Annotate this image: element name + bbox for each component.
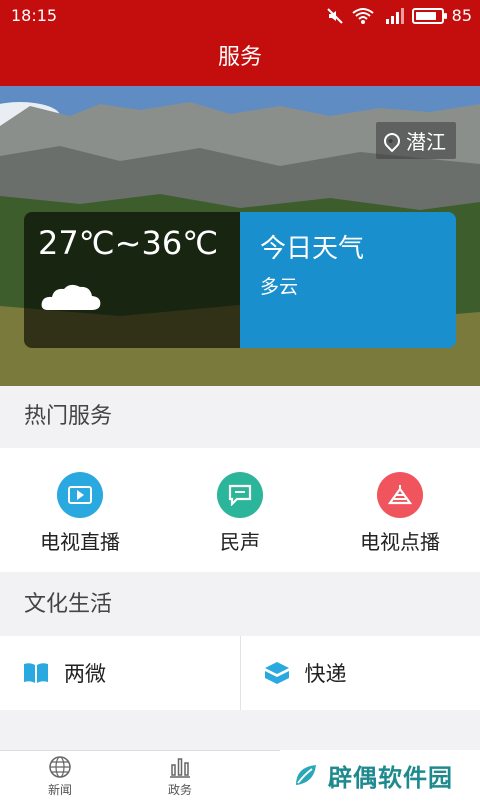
weather-condition: 多云 xyxy=(260,272,298,299)
culture-list: 两微 快递 xyxy=(0,636,480,710)
today-weather-panel: 今日天气 多云 xyxy=(240,212,456,348)
package-icon xyxy=(263,660,291,686)
battery-percent: 85 xyxy=(452,6,472,25)
hot-services: 电视直播 民声 电视点播 xyxy=(0,448,480,572)
cloud-icon xyxy=(40,282,102,312)
watermark-text: 辟偶软件园 xyxy=(328,758,453,793)
service-public-voice[interactable]: 民声 xyxy=(160,448,320,572)
service-tv-vod[interactable]: 电视点播 xyxy=(320,448,480,572)
tab-government[interactable]: 政务 xyxy=(140,751,220,801)
service-label: 电视点播 xyxy=(320,526,480,555)
location-name: 潜江 xyxy=(406,126,446,155)
tab-label: 新闻 xyxy=(20,781,100,798)
next-section-strip xyxy=(0,710,480,750)
status-time: 18:15 xyxy=(11,6,57,25)
status-icons: 85 xyxy=(326,6,472,25)
temperature-range: 27℃~36℃ xyxy=(38,224,218,262)
signal-icon xyxy=(382,7,404,25)
culture-heading: 文化生活 xyxy=(0,574,480,636)
culture-item-express[interactable]: 快递 xyxy=(240,636,480,710)
today-weather-title: 今日天气 xyxy=(260,228,364,265)
status-bar: 18:15 85 xyxy=(0,0,480,30)
temperature-panel: 27℃~36℃ xyxy=(24,212,240,348)
weather-card[interactable]: 27℃~36℃ 今日天气 多云 xyxy=(24,212,456,348)
leaf-logo-icon xyxy=(292,761,320,789)
tab-news[interactable]: 新闻 xyxy=(20,751,100,801)
service-tv-live[interactable]: 电视直播 xyxy=(0,448,160,572)
mute-icon xyxy=(326,7,344,25)
location-badge[interactable]: 潜江 xyxy=(376,122,456,159)
book-icon xyxy=(22,661,50,685)
weather-hero: 潜江 27℃~36℃ 今日天气 多云 xyxy=(0,86,480,386)
tv-play-icon xyxy=(57,472,103,518)
service-label: 民声 xyxy=(160,526,320,555)
hot-services-heading: 热门服务 xyxy=(0,386,480,448)
broadcast-icon xyxy=(377,472,423,518)
service-label: 电视直播 xyxy=(0,526,160,555)
chat-icon xyxy=(217,472,263,518)
location-pin-icon xyxy=(381,129,404,152)
culture-item-weibo-wechat[interactable]: 两微 xyxy=(0,636,240,710)
battery-icon xyxy=(412,8,444,24)
culture-label: 两微 xyxy=(64,658,106,688)
bar-chart-icon xyxy=(168,755,192,779)
wifi-icon xyxy=(352,7,374,25)
page-title: 服务 xyxy=(0,30,480,86)
culture-label: 快递 xyxy=(305,658,347,688)
tab-label: 政务 xyxy=(140,781,220,798)
watermark-logo: 辟偶软件园 xyxy=(280,750,480,800)
globe-icon xyxy=(48,755,72,779)
